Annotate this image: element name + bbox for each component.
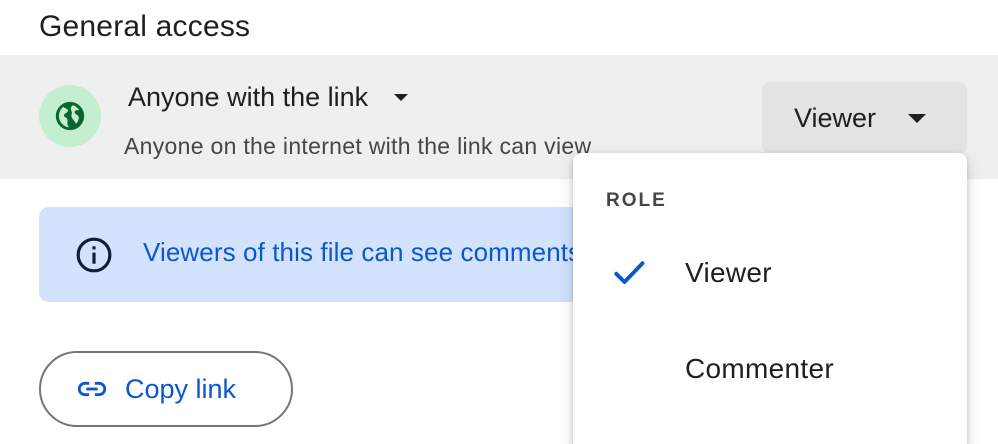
role-option-viewer[interactable]: Viewer xyxy=(573,233,967,313)
check-slot xyxy=(573,233,685,313)
role-dropdown-button[interactable]: Viewer xyxy=(762,82,967,154)
caret-down-icon xyxy=(908,113,927,123)
access-description: Anyone on the internet with the link can… xyxy=(124,133,592,159)
role-menu-header: ROLE xyxy=(606,190,667,211)
copy-link-button[interactable]: Copy link xyxy=(39,351,293,427)
globe-icon xyxy=(39,85,101,147)
role-button-label: Viewer xyxy=(794,102,877,133)
checkmark-icon xyxy=(614,261,645,284)
info-icon xyxy=(76,237,112,273)
role-option-label: Commenter xyxy=(685,353,834,384)
section-title: General access xyxy=(39,10,251,43)
access-type-label: Anyone with the link xyxy=(128,82,369,112)
link-icon xyxy=(77,381,107,397)
copy-link-label: Copy link xyxy=(125,373,237,404)
role-option-commenter[interactable]: Commenter xyxy=(573,329,967,409)
role-menu: ROLE Viewer Commenter xyxy=(573,153,967,444)
check-slot xyxy=(573,329,685,409)
caret-down-icon xyxy=(394,94,409,101)
share-dialog: General access Anyone with the link Anyo… xyxy=(0,0,998,444)
role-option-label: Viewer xyxy=(685,257,772,288)
access-type-dropdown[interactable]: Anyone with the link xyxy=(128,82,409,113)
info-banner: Viewers of this file can see comments an… xyxy=(39,207,779,302)
